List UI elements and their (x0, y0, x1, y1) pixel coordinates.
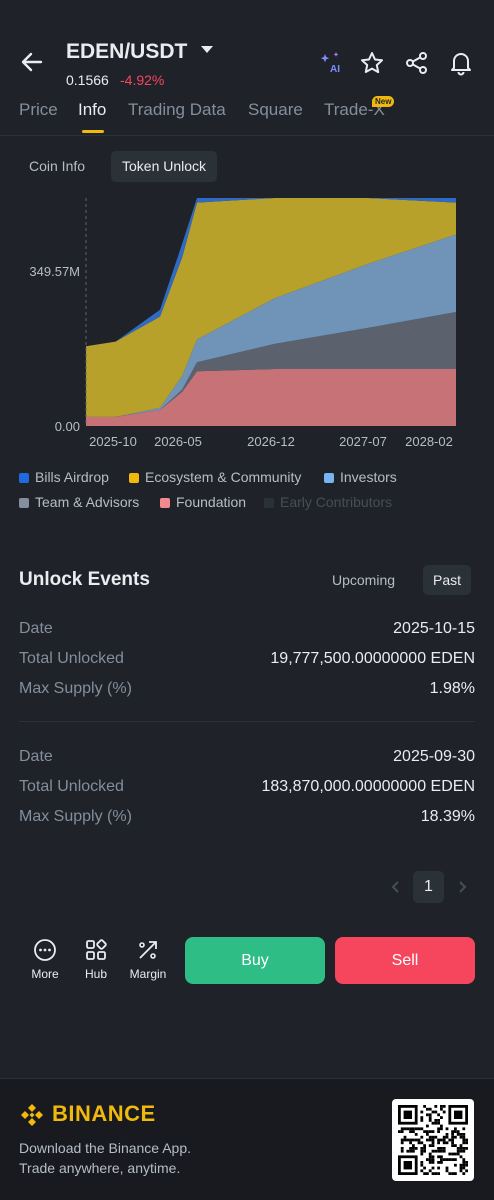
legend-bills-airdrop[interactable]: Bills Airdrop (19, 469, 109, 485)
max-supply-value: 1.98% (429, 680, 475, 697)
max-supply-label: Max Supply (%) (19, 808, 132, 825)
sell-button[interactable]: Sell (335, 937, 475, 984)
pair-dropdown-caret-icon[interactable] (201, 46, 213, 53)
ai-sparkle-icon[interactable]: AI (318, 50, 344, 76)
x-tick-label: 2025-10 (89, 434, 137, 449)
legend-swatch (324, 473, 334, 483)
legend-swatch (160, 498, 170, 508)
footer-text-line2: Trade anywhere, anytime. (19, 1160, 181, 1176)
margin-button[interactable]: Margin (123, 938, 173, 981)
upcoming-toggle[interactable]: Upcoming (322, 565, 405, 595)
max-supply-label: Max Supply (%) (19, 680, 132, 697)
y-tick-label: 349.57M (29, 264, 80, 279)
legend-swatch (19, 473, 29, 483)
unlock-events-title: Unlock Events (19, 569, 150, 590)
last-price: 0.1566 (66, 72, 109, 88)
tab-trading-data[interactable]: Trading Data (128, 100, 226, 120)
divider (19, 721, 475, 722)
token-unlock-chart[interactable]: 349.57M 0.00 2025-10 2026-05 2026-12 202… (0, 190, 494, 460)
back-arrow-icon[interactable] (18, 48, 46, 76)
bell-icon[interactable] (448, 50, 474, 76)
legend-early-contributors[interactable]: Early Contributors (264, 494, 392, 510)
bottom-action-bar: More Hub Margin Buy Sell (0, 930, 494, 990)
past-toggle[interactable]: Past (423, 565, 472, 595)
footer-text-line1: Download the Binance App. (19, 1140, 192, 1156)
tab-price[interactable]: Price (19, 100, 58, 120)
hub-grid-icon (86, 939, 107, 960)
legend-investors[interactable]: Investors (324, 469, 397, 485)
price-change: -4.92% (120, 72, 165, 88)
date-label: Date (19, 620, 53, 637)
subtab-coin-info[interactable]: Coin Info (18, 151, 96, 182)
total-unlocked-value: 183,870,000.00000000 EDEN (261, 778, 475, 795)
date-value: 2025-10-15 (393, 620, 475, 637)
svg-text:AI: AI (330, 64, 340, 75)
margin-label: Margin (129, 967, 167, 981)
total-unlocked-label: Total Unlocked (19, 650, 124, 667)
legend-swatch (129, 473, 139, 483)
prev-page-icon[interactable] (388, 871, 404, 903)
active-tab-indicator (82, 130, 104, 133)
hub-label: Hub (84, 967, 107, 981)
binance-logo-icon (21, 1104, 43, 1126)
legend-team-advisors[interactable]: Team & Advisors (19, 494, 139, 510)
total-unlocked-label: Total Unlocked (19, 778, 124, 795)
more-label: More (31, 967, 59, 981)
tab-info[interactable]: Info (78, 100, 106, 120)
max-supply-value: 18.39% (420, 808, 475, 825)
x-tick-label: 2026-05 (154, 434, 202, 449)
y-tick-label: 0.00 (55, 419, 80, 434)
page-number-button[interactable]: 1 (413, 871, 444, 903)
legend-swatch (19, 498, 29, 508)
buy-button[interactable]: Buy (185, 937, 325, 984)
margin-percent-icon (139, 941, 157, 959)
legend-ecosystem-community[interactable]: Ecosystem & Community (129, 469, 301, 485)
total-unlocked-value: 19,777,500.00000000 EDEN (270, 650, 475, 667)
date-value: 2025-09-30 (393, 748, 475, 765)
tab-square[interactable]: Square (248, 100, 303, 120)
legend-foundation[interactable]: Foundation (160, 494, 246, 510)
top-header: EDEN/USDT 0.1566 -4.92% AI (0, 0, 494, 95)
hub-button[interactable]: Hub (71, 938, 121, 981)
unlock-area-chart: 349.57M 0.00 2025-10 2026-05 2026-12 202… (29, 198, 456, 449)
more-button[interactable]: More (20, 938, 70, 981)
legend-swatch (264, 498, 274, 508)
trading-pair-title[interactable]: EDEN/USDT (66, 40, 187, 64)
new-badge: New (372, 96, 395, 107)
x-tick-label: 2026-12 (247, 434, 295, 449)
x-tick-label: 2027-07 (339, 434, 387, 449)
date-label: Date (19, 748, 53, 765)
subtab-token-unlock[interactable]: Token Unlock (111, 151, 218, 182)
next-page-icon[interactable] (454, 871, 470, 903)
x-tick-label: 2028-02 (405, 434, 453, 449)
download-qr-code[interactable] (392, 1099, 474, 1181)
binance-wordmark: BINANCE (52, 1101, 156, 1126)
star-icon[interactable] (359, 50, 385, 76)
share-icon[interactable] (404, 50, 430, 76)
qr-code-image (398, 1105, 468, 1175)
main-tabs: Price Info Trading Data Square Trade-X (0, 100, 494, 136)
more-dots-icon (34, 939, 56, 961)
download-app-footer: BINANCE Download the Binance App. Trade … (0, 1078, 494, 1200)
